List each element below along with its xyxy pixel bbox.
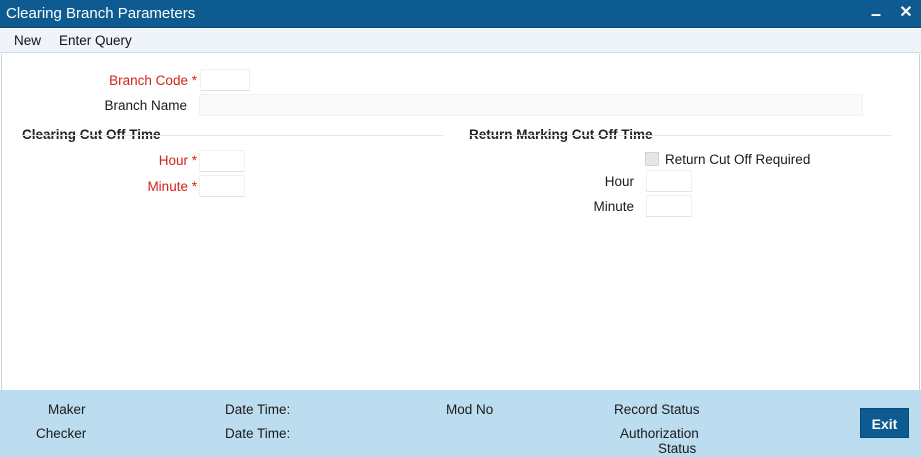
menu-item-enter-query[interactable]: Enter Query (59, 33, 132, 48)
branch-code-label: Branch Code * (92, 73, 197, 88)
branch-code-input[interactable] (200, 69, 250, 91)
record-status-label: Record Status (614, 402, 700, 417)
required-marker: * (191, 153, 197, 168)
clearing-hour-label-text: Hour (158, 153, 188, 168)
minimize-icon[interactable]: – (866, 3, 886, 24)
menu-item-new[interactable]: New (14, 33, 41, 48)
form-content: Branch Code * Branch Name Clearing Cut O… (1, 54, 920, 390)
return-hour-input[interactable] (646, 170, 692, 192)
checker-label: Checker (36, 426, 87, 441)
menu-bar: New Enter Query (0, 29, 921, 53)
audit-footer: Maker Checker Date Time: Date Time: Mod … (0, 390, 921, 457)
branch-name-label: Branch Name (104, 98, 187, 113)
required-marker: * (191, 73, 197, 88)
window-title-bar: Clearing Branch Parameters – ✕ (0, 0, 921, 28)
close-icon[interactable]: ✕ (896, 3, 916, 23)
return-minute-input[interactable] (646, 195, 692, 217)
exit-button[interactable]: Exit (860, 408, 909, 438)
maker-date-time-label: Date Time: (225, 402, 291, 417)
clearing-cutoff-divider (22, 135, 444, 136)
return-cutoff-divider (469, 135, 891, 136)
return-cutoff-required-checkbox[interactable] (645, 152, 659, 166)
clearing-minute-label-text: Minute (147, 179, 188, 194)
clearing-hour-label: Hour * (92, 153, 197, 168)
branch-code-label-text: Branch Code (109, 73, 188, 88)
clearing-hour-input[interactable] (199, 150, 245, 172)
return-hour-label: Hour (604, 174, 634, 189)
branch-name-input[interactable] (199, 94, 863, 116)
maker-label: Maker (48, 402, 86, 417)
clearing-minute-input[interactable] (199, 175, 245, 197)
required-marker: * (191, 179, 197, 194)
return-cutoff-required-label: Return Cut Off Required (665, 152, 811, 167)
window-title: Clearing Branch Parameters (6, 5, 196, 22)
authorization-status-label-line1: Authorization (620, 426, 699, 441)
mod-no-label: Mod No (446, 402, 494, 417)
checker-date-time-label: Date Time: (225, 426, 291, 441)
clearing-minute-label: Minute * (92, 179, 197, 194)
return-minute-label: Minute (593, 199, 634, 214)
authorization-status-label-line2: Status (658, 441, 697, 456)
